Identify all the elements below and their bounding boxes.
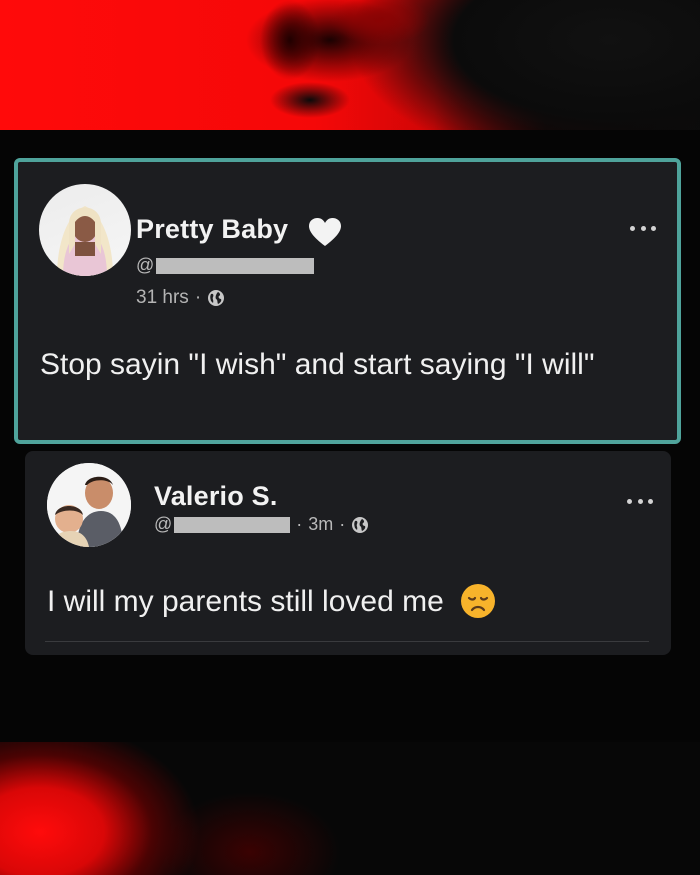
author-name[interactable]: Valerio S.	[154, 481, 278, 512]
avatar[interactable]	[47, 463, 131, 547]
reply-time[interactable]: 3m	[308, 514, 333, 535]
avatar[interactable]	[39, 184, 131, 276]
divider	[45, 641, 649, 642]
globe-icon	[208, 290, 225, 306]
reply-text-line: I will my parents still loved me	[47, 583, 496, 619]
original-post-card: Pretty Baby @ 31 hrs · Stop sayin "I wis…	[14, 158, 681, 444]
more-options-button[interactable]	[627, 499, 653, 507]
more-options-button[interactable]	[630, 226, 656, 234]
globe-icon	[352, 516, 369, 533]
background-top-art	[0, 0, 700, 130]
post-time[interactable]: 31 hrs	[136, 287, 189, 309]
redacted-handle	[156, 257, 315, 274]
reply-card: Valerio S. @ · 3m · I will my parents st…	[25, 451, 671, 655]
post-meta: 31 hrs ·	[136, 287, 225, 309]
reply-meta: @ · 3m ·	[154, 514, 369, 535]
background-bottom-art	[0, 742, 700, 875]
reply-text: I will my parents still loved me	[47, 585, 444, 618]
post-text: Stop sayin "I wish" and start saying "I …	[40, 348, 595, 381]
disappointed-face-emoji	[461, 584, 496, 618]
white-heart-icon	[309, 218, 341, 246]
author-name[interactable]: Pretty Baby	[136, 214, 288, 245]
redacted-handle	[174, 516, 291, 533]
author-handle[interactable]: @	[136, 255, 315, 276]
